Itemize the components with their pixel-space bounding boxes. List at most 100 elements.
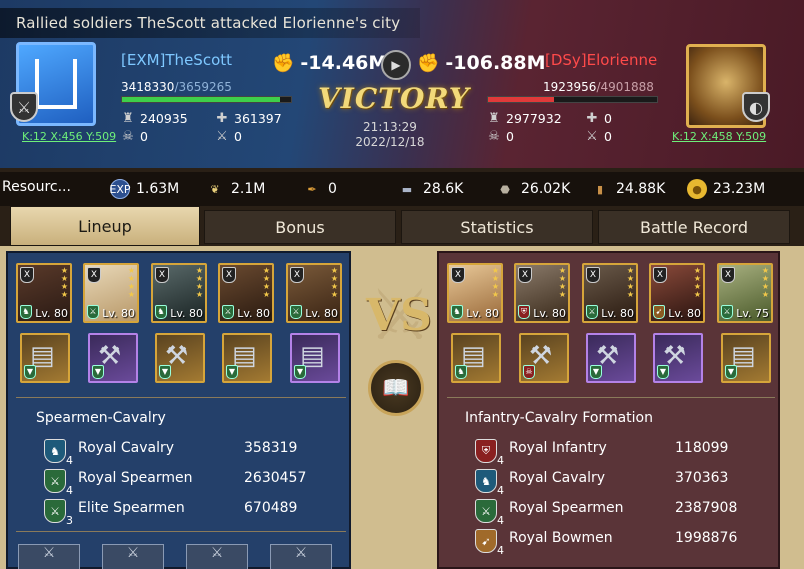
attacker-extra-slot-2[interactable]: ⚔ <box>102 544 164 569</box>
tab-battle-record[interactable]: Battle Record <box>598 210 790 244</box>
laurel-icon: ❦ <box>210 182 220 196</box>
attacker-hero-3[interactable]: X ★ ★ ★ ★ ♞ Lv. 80 <box>151 263 207 323</box>
defender-coordinates[interactable]: K:12 X:458 Y:509 <box>672 130 766 143</box>
defender-hero-3[interactable]: X ★ ★ ★ ★ ⚔ Lv. 80 <box>582 263 638 323</box>
attacker-hero-5[interactable]: X ★ ★ ★ ★ ⚔ Lv. 80 <box>286 263 342 323</box>
defender-hero-4[interactable]: X ★ ★ ★ ★ ➹ Lv. 80 <box>649 263 705 323</box>
attacker-stat-4: ⚔ 0 <box>215 129 242 144</box>
defender-hero-5[interactable]: X ★ ★ ★ ★ ⚔ Lv. 75 <box>717 263 773 323</box>
spearmen-icon: ⚔ 4 <box>475 499 504 527</box>
soldier-icon: ♜ <box>488 111 500 126</box>
attacker-stat-2: ✚ 361397 <box>215 111 282 126</box>
defender-equipment-4[interactable]: ⚒ ▼ <box>653 333 703 383</box>
attacker-troops-count: 3418330/3659265 <box>121 80 232 94</box>
resource-stone-value: 26.02K <box>521 181 571 197</box>
defender-hero-2[interactable]: X ★ ★ ★ ★ ⛨ Lv. 80 <box>514 263 570 323</box>
troop-row: ➹ 4 Royal Bowmen 1998876 <box>475 529 737 557</box>
troop-row: ⚔ 4 Royal Spearmen 2630457 <box>44 469 306 497</box>
attacker-hero-1[interactable]: X ★ ★ ★ ★ ♞ Lv. 80 <box>16 263 72 323</box>
skull-icon: ☠ <box>488 129 500 144</box>
star-rating: ★ ★ ★ ★ <box>693 266 701 299</box>
infantry-icon: ⛨ 4 <box>475 439 504 467</box>
defender-equipment-2[interactable]: ⚒ ☠ <box>519 333 569 383</box>
defender-hp-max: /4901888 <box>596 80 654 94</box>
attacker-equipment-1[interactable]: ▤ ▼ <box>20 333 70 383</box>
battle-report-header: Rallied soldiers TheScott attacked Elori… <box>0 0 804 168</box>
attacker-name[interactable]: [EXM]TheScott <box>121 51 232 69</box>
star-rating: ★ ★ ★ ★ <box>761 266 769 299</box>
spearmen-icon: ⚔ 3 <box>44 499 73 527</box>
resource-iron-value: 28.6K <box>423 181 464 197</box>
tab-lineup[interactable]: Lineup <box>10 206 200 246</box>
troop-count: 2387908 <box>675 500 738 516</box>
troop-name: Royal Spearmen <box>78 470 193 486</box>
fist-icon: ✊ <box>417 52 440 74</box>
tab-bonus[interactable]: Bonus <box>204 210 396 244</box>
divider <box>16 531 346 532</box>
attacker-hero-2[interactable]: X ★ ★ ★ ★ ⚔ Lv. 80 <box>83 263 139 323</box>
attacker-equipment-3[interactable]: ⚒ ▼ <box>155 333 205 383</box>
attacker-stat-4-value: 0 <box>234 129 242 144</box>
defender-hero-1[interactable]: X ★ ★ ★ ★ ♞ Lv. 80 <box>447 263 503 323</box>
fist-icon: ✊ <box>272 52 295 74</box>
troop-row: ⚔ 4 Royal Spearmen 2387908 <box>475 499 737 527</box>
troop-name: Elite Spearmen <box>78 500 185 516</box>
injured-icon: ✚ <box>216 111 228 126</box>
battle-details-button[interactable]: 📖 <box>368 360 424 416</box>
troop-count: 358319 <box>244 440 298 456</box>
soldier-icon: ♜ <box>122 111 134 126</box>
resource-gold-value: 23.23M <box>713 181 766 197</box>
attacker-extra-slot-4[interactable]: ⚔ <box>270 544 332 569</box>
report-title: Rallied soldiers TheScott attacked Elori… <box>0 8 420 38</box>
attacker-extra-slot-3[interactable]: ⚔ <box>186 544 248 569</box>
resource-feather: ✒ 0 <box>302 179 337 199</box>
defender-stat-1: ♜ 2977932 <box>487 111 562 126</box>
replay-button[interactable]: ▶ <box>381 50 411 80</box>
troop-count: 118099 <box>675 440 729 456</box>
attacker-formation-name: Spearmen-Cavalry <box>36 410 166 426</box>
troop-row: ⚔ 3 Elite Spearmen 670489 <box>44 499 297 527</box>
attacker-equipment-4[interactable]: ▤ ▼ <box>222 333 272 383</box>
tab-statistics[interactable]: Statistics <box>401 210 593 244</box>
defender-troops-count: 1923956/4901888 <box>543 80 654 94</box>
defender-equipment-5[interactable]: ▤ ▼ <box>721 333 771 383</box>
defender-stat-1-value: 2977932 <box>506 111 562 126</box>
attacker-coordinates[interactable]: K:12 X:456 Y:509 <box>22 130 116 143</box>
bowmen-icon: ➹ 4 <box>475 529 504 557</box>
attacker-extra-slot-1[interactable]: ⚔ <box>18 544 80 569</box>
attacker-equipment-5[interactable]: ▤ ▼ <box>290 333 340 383</box>
troop-name: Royal Infantry <box>509 440 607 456</box>
attacker-power-value: -14.46M <box>300 52 388 74</box>
stone-icon: ⬣ <box>500 182 510 196</box>
injured-icon: ✚ <box>586 111 598 126</box>
attacker-stat-1-value: 240935 <box>140 111 188 126</box>
attacker-equipment-2[interactable]: ⚒ ▼ <box>88 333 138 383</box>
star-rating: ★ ★ ★ ★ <box>626 266 634 299</box>
resources-label: Resourc... <box>2 179 71 195</box>
attacker-hp-current: 3418330 <box>121 80 175 94</box>
attacker-stat-1: ♜ 240935 <box>121 111 188 126</box>
star-rating: ★ ★ ★ ★ <box>195 266 203 299</box>
defender-stat-2: ✚ 0 <box>585 111 612 126</box>
resource-wood-value: 24.88K <box>616 181 666 197</box>
battle-time: 21:13:29 <box>363 120 417 134</box>
defender-hp-current: 1923956 <box>543 80 597 94</box>
defender-formation-name: Infantry-Cavalry Formation <box>465 410 653 426</box>
resource-wood: ▮ 24.88K <box>590 179 665 199</box>
attacker-hero-4[interactable]: X ★ ★ ★ ★ ⚔ Lv. 80 <box>218 263 274 323</box>
cavalry-icon: ♞ 4 <box>475 469 504 497</box>
vs-emblem: VS <box>366 290 432 341</box>
star-rating: ★ ★ ★ ★ <box>60 266 68 299</box>
troop-count: 1998876 <box>675 530 738 546</box>
resource-iron: ▬ 28.6K <box>397 179 464 199</box>
resource-laurel-value: 2.1M <box>231 181 266 197</box>
troop-name: Royal Bowmen <box>509 530 613 546</box>
defender-stat-4: ⚔ 0 <box>585 129 612 144</box>
star-rating: ★ ★ ★ ★ <box>262 266 270 299</box>
defender-name[interactable]: [DSy]Elorienne <box>545 51 657 69</box>
defender-equipment-1[interactable]: ▤ ♞ <box>451 333 501 383</box>
resource-exp: EXP 1.63M <box>109 179 179 199</box>
troop-name: Royal Spearmen <box>509 500 624 516</box>
troop-name: Royal Cavalry <box>78 440 175 456</box>
defender-equipment-3[interactable]: ⚒ ▼ <box>586 333 636 383</box>
